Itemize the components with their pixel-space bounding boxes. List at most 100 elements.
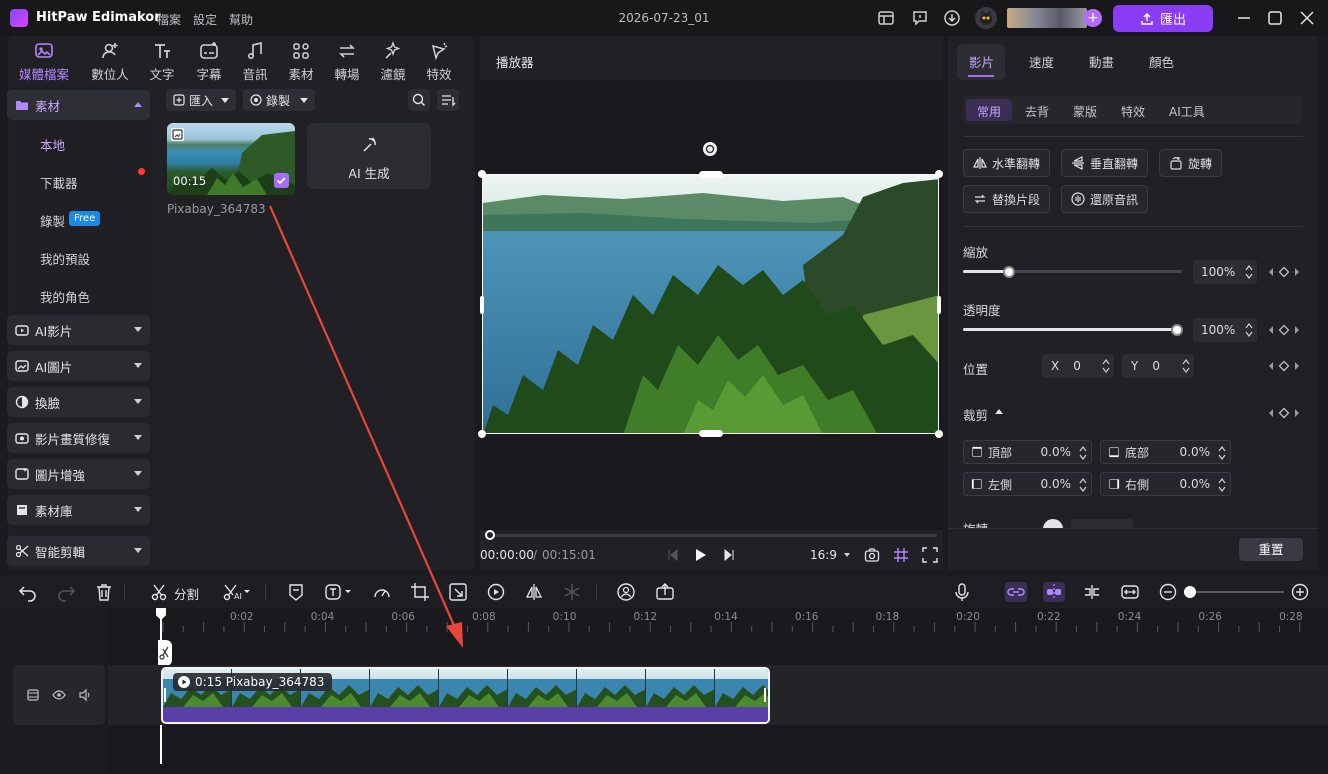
prop-tab-color[interactable]: 顏色 [1149,52,1174,71]
layout-icon[interactable] [877,9,895,27]
prev-frame-icon[interactable] [666,548,680,562]
prop-tab-animation[interactable]: 動畫 [1089,52,1114,71]
tab-transition[interactable]: 轉場 [321,40,373,82]
keyframe-control-icon[interactable] [1268,324,1300,336]
ai-cut-icon[interactable]: AI [222,582,252,602]
record-dropdown[interactable]: 錄製 [243,89,316,111]
zoom-slider-track[interactable] [1186,591,1284,593]
subtab-ai-tools[interactable]: AI工具 [1169,103,1205,120]
search-button[interactable] [408,89,430,111]
freeze-icon[interactable] [562,582,582,602]
split-audio-icon[interactable] [1082,582,1102,602]
progress-track[interactable] [487,534,937,537]
zoom-in-icon[interactable] [1290,582,1310,602]
delete-icon[interactable] [94,582,114,602]
split-label[interactable]: 分割 [174,584,199,603]
close-icon[interactable] [1298,9,1316,27]
user-avatar-icon[interactable] [974,6,998,30]
sidebar-group-video-repair[interactable]: 影片畫質修復 [7,423,150,453]
timeline-ruler[interactable] [160,608,1328,632]
resize-handle-top[interactable] [699,171,723,178]
fullscreen-icon[interactable] [922,547,938,563]
opacity-input[interactable]: 100% [1193,318,1257,342]
zoom-slider-thumb[interactable] [1184,586,1196,598]
keyframe-control-icon[interactable] [1268,266,1300,278]
mirror-icon[interactable] [524,582,544,602]
preview-video-frame[interactable] [482,174,939,434]
microphone-icon[interactable] [952,582,972,602]
crop-icon[interactable] [410,582,430,602]
sidebar-item-presets[interactable]: 我的預設 [40,249,90,268]
checked-icon[interactable] [274,173,289,188]
sidebar-item-record[interactable]: 錄製 [40,211,65,230]
menu-file[interactable]: 檔案 [157,11,181,28]
clip-trim-left[interactable] [164,688,166,702]
flip-horizontal-button[interactable]: 水準翻轉 [963,149,1051,177]
menu-settings[interactable]: 設定 [193,11,217,28]
replace-clip-button[interactable]: 替換片段 [963,185,1051,213]
rotate-dial[interactable] [1043,519,1063,528]
sidebar-group-face-swap[interactable]: 換臉 [7,387,150,417]
crop-top-input[interactable]: 頂部 0.0% [963,440,1092,464]
visibility-eye-icon[interactable] [52,688,66,702]
prop-tab-video[interactable]: 影片 [969,52,994,71]
crop-bottom-input[interactable]: 底部 0.0% [1100,440,1231,464]
play-icon[interactable] [692,547,708,563]
split-icon[interactable] [150,582,170,602]
menu-help[interactable]: 幫助 [229,11,253,28]
position-x-input[interactable]: X 0 [1042,354,1114,378]
position-y-input[interactable]: Y 0 [1122,354,1194,378]
face-detect-icon[interactable] [616,582,636,602]
next-frame-icon[interactable] [722,548,736,562]
restore-audio-button[interactable]: 還原音訊 [1061,185,1149,213]
zoom-out-icon[interactable] [1158,582,1178,602]
sidebar-group-material[interactable]: 素材 [7,90,150,120]
tab-effects[interactable]: 特效 [413,40,465,82]
redo-icon[interactable] [56,582,76,602]
import-dropdown[interactable]: 匯入 [166,89,237,111]
reverse-icon[interactable] [486,582,506,602]
rotate-button[interactable]: 旋轉 [1159,149,1223,177]
subtab-common[interactable]: 常用 [977,103,1001,120]
tab-filter[interactable]: 濾鏡 [367,40,419,82]
sort-button[interactable] [437,89,459,111]
opacity-slider-thumb[interactable] [1171,324,1183,336]
sidebar-item-roles[interactable]: 我的角色 [40,287,90,306]
sidebar-group-library[interactable]: 素材庫 [7,495,150,525]
tab-media[interactable]: 媒體檔案 [18,40,70,82]
progress-thumb[interactable] [485,530,495,540]
export-button[interactable]: 匯出 [1113,5,1213,32]
crop-right-input[interactable]: 右側 0.0% [1100,472,1231,496]
add-account-icon[interactable]: + [1084,9,1102,27]
speed-icon[interactable] [372,582,392,602]
resize-handle-bottom[interactable] [699,430,723,437]
subtab-mask[interactable]: 蒙版 [1073,103,1097,120]
subtab-effects[interactable]: 特效 [1121,103,1145,120]
sidebar-item-downloader[interactable]: 下載器 [40,173,78,192]
scale-slider-thumb[interactable] [1003,266,1015,278]
resize-handle-bl[interactable] [478,430,486,438]
fit-timeline-icon[interactable] [1120,582,1140,602]
magnet-snap-icon[interactable] [1043,582,1065,602]
feedback-icon[interactable] [911,9,929,27]
resize-icon[interactable] [448,582,468,602]
tab-elements[interactable]: 素材 [275,40,327,82]
tab-subtitle[interactable]: 字幕 [183,40,235,82]
media-thumbnail[interactable]: 00:15 [167,123,295,195]
prop-tab-speed[interactable]: 速度 [1029,52,1054,71]
tab-avatar[interactable]: 數位人 [84,40,136,82]
maximize-icon[interactable] [1266,9,1284,27]
sidebar-group-smart-cut[interactable]: 智能剪輯 [7,536,150,566]
ai-generate-card[interactable]: AI 生成 [307,123,431,189]
minimize-icon[interactable] [1235,9,1253,27]
rotate-handle-icon[interactable] [702,141,718,157]
snapshot-icon[interactable] [864,547,880,563]
sidebar-group-ai-video[interactable]: AI影片 [7,315,150,345]
link-icon[interactable] [1005,582,1027,602]
clip-trim-right[interactable] [764,688,766,702]
resize-handle-left[interactable] [480,296,484,314]
resize-handle-tr[interactable] [935,170,943,178]
collapse-caret-icon[interactable] [995,409,1003,414]
download-icon[interactable] [943,9,961,27]
undo-icon[interactable] [18,582,38,602]
